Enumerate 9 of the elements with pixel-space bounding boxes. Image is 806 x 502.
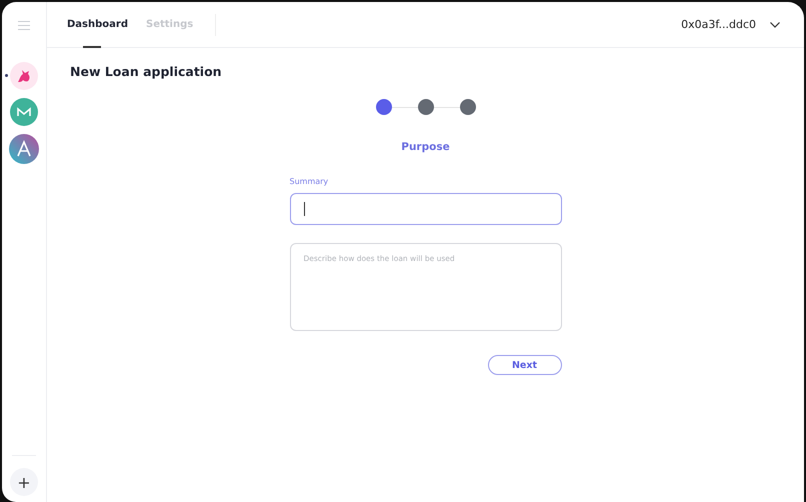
add-button[interactable]: + — [10, 468, 38, 496]
tab[interactable]: Dashboard — [67, 2, 140, 47]
page-title: New Loan application — [70, 64, 222, 79]
wallet-address: 0x0a3f...ddc0 — [681, 18, 756, 31]
chevron-down-icon[interactable] — [770, 22, 780, 28]
next-button[interactable]: Next — [488, 355, 562, 375]
summary-field[interactable] — [290, 193, 562, 225]
step-label: Purpose — [401, 141, 450, 153]
field-label: Summary — [290, 177, 330, 186]
